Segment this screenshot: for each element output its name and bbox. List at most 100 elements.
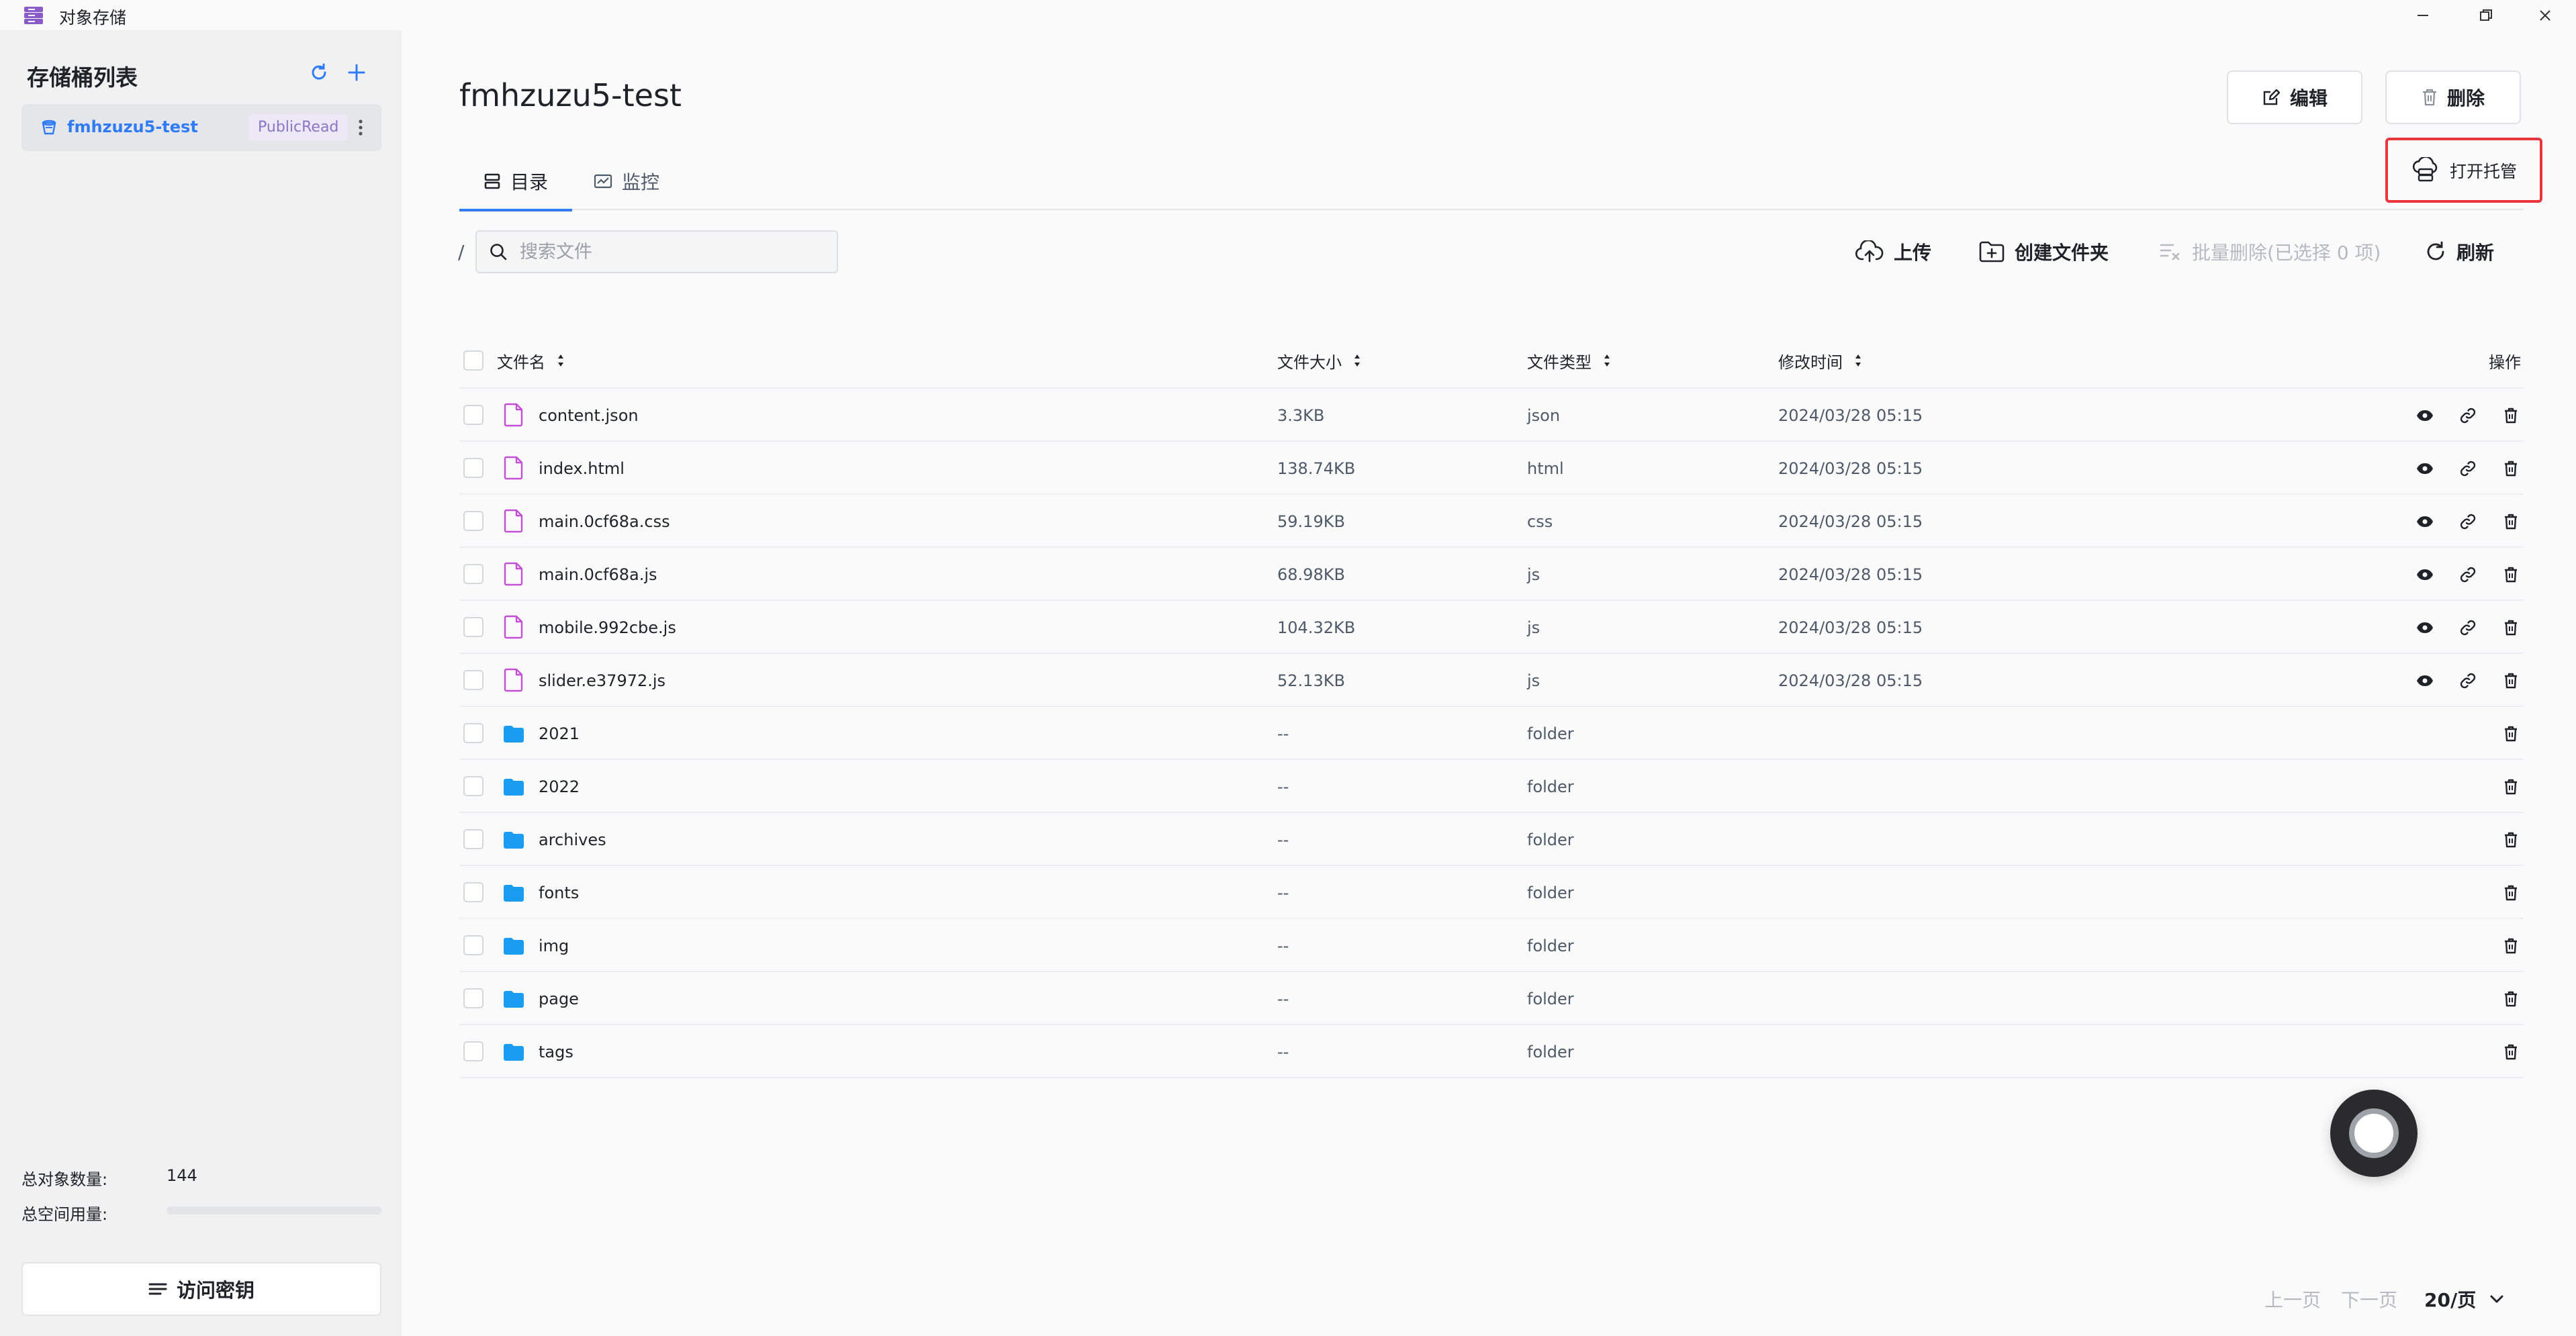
preview-button[interactable]: [2416, 619, 2434, 636]
file-name[interactable]: 2022: [539, 760, 580, 813]
row-checkbox[interactable]: [463, 776, 484, 796]
file-name[interactable]: tags: [539, 1025, 573, 1078]
bucket-item[interactable]: fmhzuzu5-test PublicRead: [21, 104, 381, 151]
row-checkbox[interactable]: [463, 670, 484, 690]
copy-link-button[interactable]: [2459, 460, 2477, 477]
copy-link-button[interactable]: [2459, 407, 2477, 424]
bucket-more-button[interactable]: [351, 115, 371, 140]
file-name[interactable]: 2021: [539, 707, 580, 760]
copy-link-button[interactable]: [2459, 672, 2477, 689]
breadcrumb-root[interactable]: /: [458, 241, 464, 263]
table-row[interactable]: content.json 3.3KB json 2024/03/28 05:15: [459, 389, 2524, 442]
table-row[interactable]: mobile.992cbe.js 104.32KB js 2024/03/28 05:…: [459, 601, 2524, 654]
row-checkbox[interactable]: [463, 723, 484, 743]
file-name[interactable]: fonts: [539, 866, 579, 919]
upload-button[interactable]: 上传: [1855, 238, 1931, 265]
table-row[interactable]: fonts -- folder: [459, 866, 2524, 919]
table-row[interactable]: main.0cf68a.js 68.98KB js 2024/03/28 05:15: [459, 548, 2524, 601]
delete-row-button[interactable]: [2502, 672, 2520, 689]
file-name[interactable]: content.json: [539, 389, 639, 442]
table-row[interactable]: 2021 -- folder: [459, 707, 2524, 760]
delete-row-button[interactable]: [2502, 778, 2520, 796]
row-checkbox[interactable]: [463, 1041, 484, 1061]
delete-row-button[interactable]: [2502, 513, 2520, 530]
row-checkbox[interactable]: [463, 564, 484, 584]
table-row[interactable]: main.0cf68a.css 59.19KB css 2024/03/28 05:1…: [459, 495, 2524, 548]
access-key-button[interactable]: 访问密钥: [21, 1262, 381, 1316]
file-name[interactable]: mobile.992cbe.js: [539, 601, 676, 654]
refresh-buckets-button[interactable]: [306, 60, 332, 85]
add-bucket-button[interactable]: [344, 60, 369, 85]
row-checkbox[interactable]: [463, 405, 484, 425]
row-checkbox[interactable]: [463, 829, 484, 849]
file-name[interactable]: page: [539, 972, 579, 1025]
file-size: --: [1277, 1042, 1289, 1061]
delete-row-button[interactable]: [2502, 619, 2520, 636]
delete-row-button[interactable]: [2502, 725, 2520, 743]
col-size-header[interactable]: 文件大小: [1277, 332, 1361, 389]
file-name[interactable]: main.0cf68a.js: [539, 548, 657, 601]
delete-row-button[interactable]: [2502, 460, 2520, 477]
file-name[interactable]: main.0cf68a.css: [539, 495, 670, 548]
edit-button[interactable]: 编辑: [2227, 70, 2362, 124]
edit-label: 编辑: [2289, 87, 2328, 109]
row-checkbox[interactable]: [463, 458, 484, 478]
table-row[interactable]: archives -- folder: [459, 813, 2524, 866]
next-page-button[interactable]: 下一页: [2341, 1286, 2397, 1313]
page-size-select[interactable]: 20/页: [2424, 1286, 2504, 1313]
preview-button[interactable]: [2416, 460, 2434, 477]
file-name[interactable]: slider.e37972.js: [539, 654, 665, 707]
tab-monitor[interactable]: 监控: [594, 152, 659, 210]
copy-link-button[interactable]: [2459, 619, 2477, 636]
row-checkbox[interactable]: [463, 882, 484, 902]
file-name[interactable]: archives: [539, 813, 606, 866]
delete-row-button[interactable]: [2502, 1043, 2520, 1061]
delete-row-button[interactable]: [2502, 831, 2520, 849]
col-type-header[interactable]: 文件类型: [1527, 332, 1610, 389]
delete-row-button[interactable]: [2502, 407, 2520, 424]
preview-button[interactable]: [2416, 513, 2434, 530]
table-row[interactable]: tags -- folder: [459, 1025, 2524, 1078]
copy-link-button[interactable]: [2459, 513, 2477, 530]
file-name[interactable]: index.html: [539, 442, 625, 495]
row-checkbox[interactable]: [463, 617, 484, 637]
delete-row-button[interactable]: [2502, 937, 2520, 955]
tab-directory[interactable]: 目录: [459, 152, 572, 211]
delete-row-button[interactable]: [2502, 566, 2520, 583]
table-row[interactable]: slider.e37972.js 52.13KB js 2024/03/28 05:1…: [459, 654, 2524, 707]
delete-row-button[interactable]: [2502, 884, 2520, 902]
preview-button[interactable]: [2416, 407, 2434, 424]
refresh-list-button[interactable]: 刷新: [2424, 238, 2494, 265]
row-checkbox[interactable]: [463, 511, 484, 531]
delete-row-button[interactable]: [2502, 990, 2520, 1008]
table-row[interactable]: index.html 138.74KB html 2024/03/28 05:15: [459, 442, 2524, 495]
file-name[interactable]: img: [539, 919, 569, 972]
table-row[interactable]: 2022 -- folder: [459, 760, 2524, 813]
col-modified-header[interactable]: 修改时间: [1778, 332, 1861, 389]
row-checkbox[interactable]: [463, 988, 484, 1008]
preview-button[interactable]: [2416, 566, 2434, 583]
col-name-header[interactable]: 文件名: [497, 332, 564, 389]
row-checkbox[interactable]: [463, 935, 484, 955]
search-box[interactable]: [475, 230, 838, 273]
trash-icon: [2505, 408, 2517, 423]
delete-bucket-button[interactable]: 删除: [2385, 70, 2521, 124]
floating-assist-button[interactable]: [2330, 1090, 2418, 1177]
prev-page-button[interactable]: 上一页: [2264, 1286, 2321, 1313]
select-all-checkbox[interactable]: [463, 350, 484, 371]
delete-label: 删除: [2446, 87, 2485, 109]
minimize-button[interactable]: [2400, 0, 2446, 30]
eye-icon: [2417, 622, 2433, 633]
table-row[interactable]: page -- folder: [459, 972, 2524, 1025]
search-input[interactable]: [520, 232, 829, 272]
batch-delete-button[interactable]: 批量删除(已选择 0 项): [2160, 238, 2381, 265]
folder-icon: [504, 885, 524, 902]
trash-icon: [2505, 461, 2517, 476]
create-folder-button[interactable]: 创建文件夹: [1978, 238, 2109, 265]
table-row[interactable]: img -- folder: [459, 919, 2524, 972]
file-size: --: [1277, 830, 1289, 849]
close-button[interactable]: [2522, 0, 2568, 30]
preview-button[interactable]: [2416, 672, 2434, 689]
copy-link-button[interactable]: [2459, 566, 2477, 583]
restore-button[interactable]: [2463, 0, 2509, 30]
